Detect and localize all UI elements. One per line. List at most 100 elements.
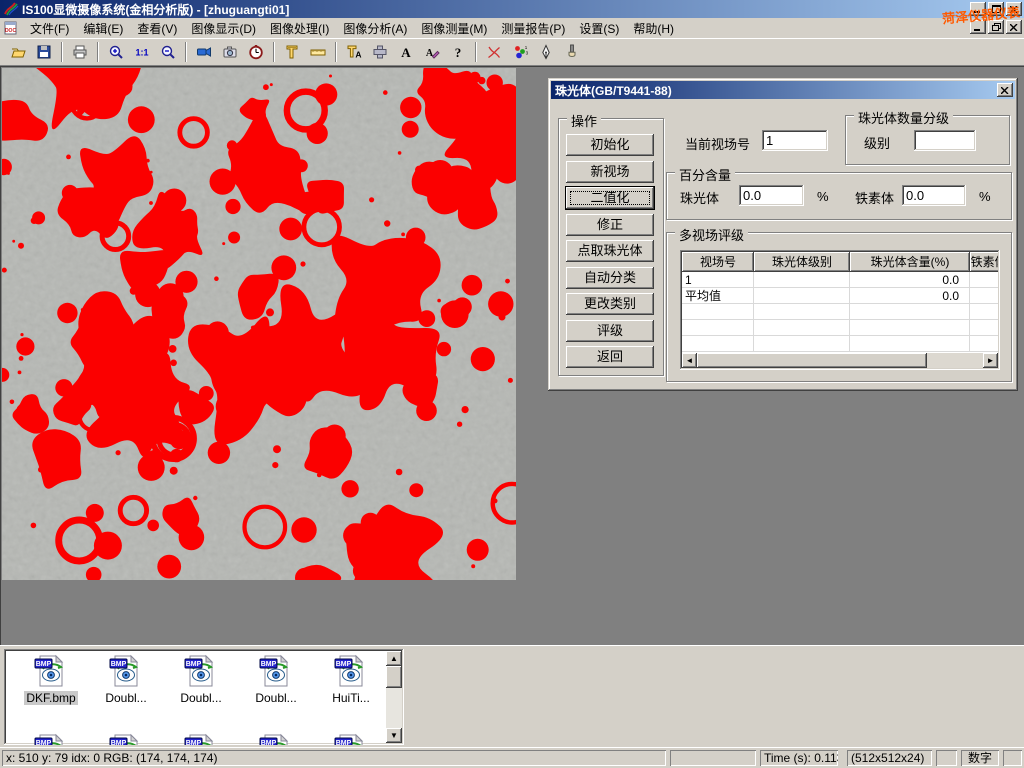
pearlite-percent-input[interactable] xyxy=(739,185,804,206)
paint-brush-button[interactable] xyxy=(560,41,584,63)
scroll-left-button[interactable]: ◄ xyxy=(682,353,697,368)
menu-item-4[interactable]: 图像显示(D) xyxy=(184,18,263,39)
table-row[interactable]: 10.0 xyxy=(682,272,998,288)
file-item-partial[interactable]: BMP xyxy=(240,733,312,745)
caliper-button[interactable] xyxy=(280,41,304,63)
menu-item-10[interactable]: 帮助(H) xyxy=(626,18,681,39)
table-horizontal-scrollbar[interactable]: ◄ ► xyxy=(682,353,998,368)
ruler-button[interactable] xyxy=(306,41,330,63)
table-column-header-4[interactable]: 铁素体含量(%) xyxy=(970,252,998,272)
scrollbar-thumb[interactable] xyxy=(697,353,927,368)
timer-clock-button[interactable] xyxy=(244,41,268,63)
actual-size-button[interactable]: 1:1 xyxy=(130,41,154,63)
text-a-button[interactable]: A xyxy=(394,41,418,63)
menu-item-5[interactable]: 图像处理(I) xyxy=(263,18,336,39)
file-item[interactable]: BMPDoubl... xyxy=(165,654,237,705)
file-item-partial[interactable]: BMP xyxy=(90,733,162,745)
merge-grid-icon xyxy=(372,44,388,60)
status-spacer-1 xyxy=(670,750,756,766)
grading-group-label: 珠光体数量分级 xyxy=(854,108,953,127)
file-item[interactable]: BMPDoubl... xyxy=(240,654,312,705)
color-classify-button[interactable]: 13 xyxy=(508,41,532,63)
table-cell xyxy=(754,288,850,304)
merge-grid-button[interactable] xyxy=(368,41,392,63)
op-button-6[interactable]: 自动分类 xyxy=(566,267,654,289)
file-item[interactable]: BMPHuiTi... xyxy=(315,654,387,705)
svg-text:1:1: 1:1 xyxy=(135,48,148,58)
table-column-header-3[interactable]: 珠光体含量(%) xyxy=(850,252,970,272)
file-name: Doubl... xyxy=(253,691,298,705)
op-button-9[interactable]: 返回 xyxy=(566,346,654,368)
op-button-3[interactable]: 二值化 xyxy=(566,187,654,209)
scroll-down-button[interactable]: ▼ xyxy=(386,728,402,743)
video-camera-button[interactable] xyxy=(192,41,216,63)
measure-caliper-a-button[interactable]: A xyxy=(342,41,366,63)
current-field-input[interactable] xyxy=(762,130,828,151)
op-button-2[interactable]: 新视场 xyxy=(566,161,654,183)
table-row[interactable]: 平均值0.0 xyxy=(682,288,998,304)
svg-text:DOC: DOC xyxy=(5,28,17,34)
ferrite-percent-input[interactable] xyxy=(902,185,966,206)
table-column-header-1[interactable]: 视场号 xyxy=(682,252,754,272)
minimize-button[interactable] xyxy=(970,2,986,16)
file-item[interactable]: BMPDoubl... xyxy=(90,654,162,705)
status-time: Time (s): 0.113 xyxy=(760,750,838,766)
child-restore-button[interactable] xyxy=(988,20,1004,34)
text-a-icon: A xyxy=(398,44,414,60)
window-title: IS100显微摄像系统(金相分析版) - [zhuguangti01] xyxy=(22,1,289,18)
menu-item-7[interactable]: 图像测量(M) xyxy=(414,18,494,39)
table-row[interactable] xyxy=(682,304,998,320)
maximize-button[interactable] xyxy=(988,2,1004,16)
annotate-a-button[interactable]: A xyxy=(420,41,444,63)
menu-item-8[interactable]: 测量报告(P) xyxy=(494,18,572,39)
menu-item-1[interactable]: 文件(F) xyxy=(23,18,76,39)
file-item-partial[interactable]: BMP xyxy=(165,733,237,745)
file-list-scrollbar[interactable]: ▲ ▼ xyxy=(386,651,402,743)
op-button-1[interactable]: 初始化 xyxy=(566,134,654,156)
scrollbar-thumb[interactable] xyxy=(386,666,402,688)
zoom-out-button[interactable] xyxy=(156,41,180,63)
file-item[interactable]: BMPDKF.bmp xyxy=(15,654,87,705)
op-button-7[interactable]: 更改类别 xyxy=(566,293,654,315)
table-row[interactable] xyxy=(682,336,998,352)
table-row[interactable] xyxy=(682,320,998,336)
title-bar: IS100显微摄像系统(金相分析版) - [zhuguangti01] xyxy=(0,0,1024,18)
dialog-close-button[interactable] xyxy=(997,83,1013,97)
pen-nib-button[interactable] xyxy=(534,41,558,63)
scroll-right-button[interactable]: ► xyxy=(983,353,998,368)
file-item-partial[interactable]: BMP xyxy=(315,733,387,745)
child-minimize-button[interactable] xyxy=(970,20,986,34)
menu-item-9[interactable]: 设置(S) xyxy=(572,18,626,39)
bmp-file-icon: BMP xyxy=(34,733,68,745)
op-button-5[interactable]: 点取珠光体 xyxy=(566,240,654,262)
table-cell xyxy=(970,320,998,336)
metallograph-image-binarized[interactable] xyxy=(2,68,516,580)
close-button[interactable] xyxy=(1006,2,1022,16)
document-icon: DOC xyxy=(3,20,19,36)
open-folder-button[interactable] xyxy=(6,41,30,63)
table-cell xyxy=(970,272,998,288)
curve-cut-button[interactable] xyxy=(482,41,506,63)
menu-item-6[interactable]: 图像分析(A) xyxy=(336,18,414,39)
table-column-header-2[interactable]: 珠光体级别 xyxy=(754,252,850,272)
table-cell xyxy=(850,336,970,352)
op-button-8[interactable]: 评级 xyxy=(566,320,654,342)
bmp-file-icon: BMP xyxy=(334,654,368,688)
save-floppy-button[interactable] xyxy=(32,41,56,63)
scroll-up-button[interactable]: ▲ xyxy=(386,651,402,666)
file-item-partial[interactable]: BMP xyxy=(15,733,87,745)
grading-table: 视场号珠光体级别珠光体含量(%)铁素体含量(%) 10.0平均值0.0 ◄ ► xyxy=(680,250,1000,370)
zoom-in-button[interactable] xyxy=(104,41,128,63)
print-button[interactable] xyxy=(68,41,92,63)
capture-camera-button[interactable] xyxy=(218,41,242,63)
menu-item-2[interactable]: 编辑(E) xyxy=(76,18,130,39)
op-button-4[interactable]: 修正 xyxy=(566,214,654,236)
dialog-title-bar[interactable]: 珠光体(GB/T9441-88) xyxy=(551,81,1015,99)
menu-item-3[interactable]: 查看(V) xyxy=(130,18,184,39)
table-cell xyxy=(682,304,754,320)
multifield-group-label: 多视场评级 xyxy=(675,225,748,244)
status-spacer-2 xyxy=(936,750,957,766)
level-input[interactable] xyxy=(914,130,976,151)
child-close-button[interactable] xyxy=(1006,20,1022,34)
help-question-button[interactable]: ? xyxy=(446,41,470,63)
